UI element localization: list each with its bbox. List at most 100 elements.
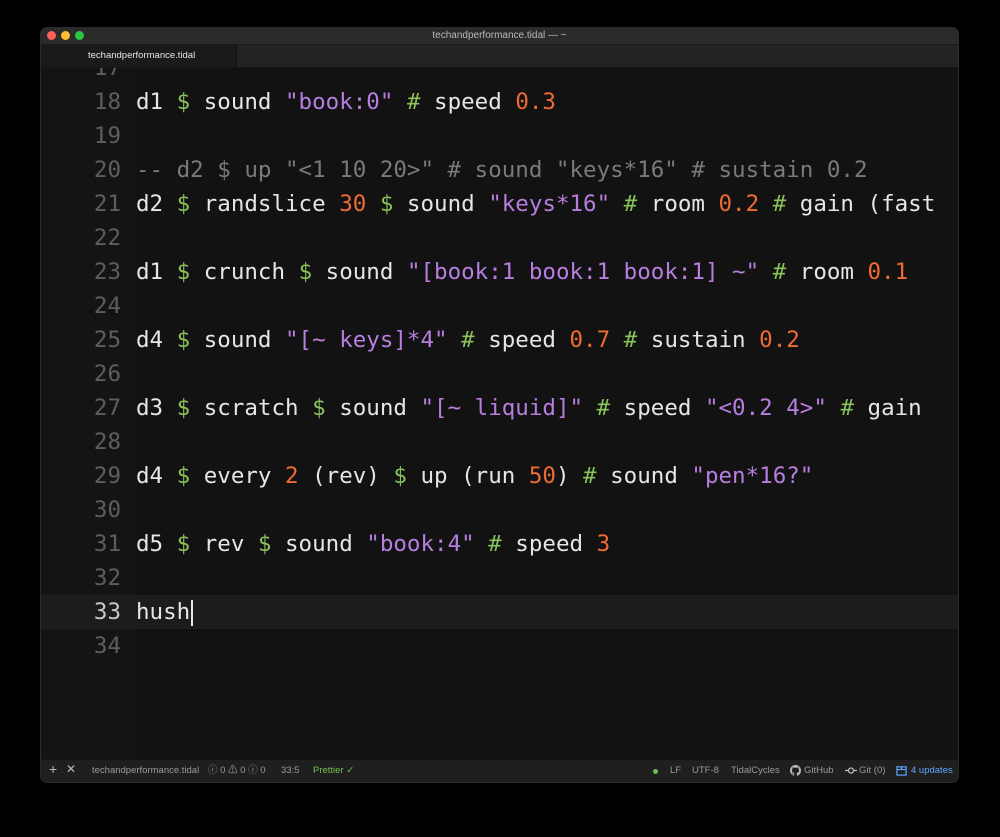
line-ending[interactable]: LF [670, 765, 681, 777]
code-token: # [583, 463, 597, 489]
code-token: # [840, 395, 854, 421]
code-token: 0.3 [515, 89, 556, 115]
editor-window: techandperformance.tidal — ~ techandperf… [41, 28, 958, 782]
line-number: 20 [93, 157, 121, 183]
window-title: techandperformance.tidal — ~ [432, 30, 567, 41]
code-token: "[book:1 book:1 book:1] ~" [406, 259, 760, 285]
code-line[interactable]: 30 [41, 493, 958, 527]
status-dot-icon [653, 769, 658, 774]
add-icon[interactable]: + [49, 762, 57, 776]
code-line[interactable]: 29 d4 $ every 2 (rev) $ up (run 50) # sou… [41, 459, 958, 493]
code-line[interactable]: 32 [41, 561, 958, 595]
code-token: sound [393, 191, 489, 217]
code-token: hush [136, 599, 191, 625]
code-text[interactable]: d1 $ sound "book:0" # speed 0.3 [136, 85, 556, 119]
tab-label: techandperformance.tidal [88, 50, 196, 61]
code-text[interactable]: d4 $ sound "[~ keys]*4" # speed 0.7 # su… [136, 323, 800, 357]
line-number: 23 [93, 259, 121, 285]
code-token: randslice [190, 191, 340, 217]
code-token: scratch [190, 395, 313, 421]
line-number: 31 [93, 531, 121, 557]
code-line[interactable]: 23 d1 $ crunch $ sound "[book:1 book:1 bo… [41, 255, 958, 289]
code-line[interactable]: 19 [41, 119, 958, 153]
close-icon[interactable]: ✕ [66, 763, 76, 775]
line-number: 30 [93, 497, 121, 523]
code-token: ) [555, 463, 584, 489]
line-number: 32 [93, 565, 121, 591]
git-button[interactable]: Git (0) [859, 765, 885, 777]
code-line[interactable]: 22 [41, 221, 958, 255]
code-line[interactable]: 31 d5 $ rev $ sound "book:4" # speed 3 [41, 527, 958, 561]
code-token: # [623, 191, 638, 217]
code-line[interactable]: 17 [41, 68, 958, 85]
code-line-active[interactable]: 33 hush [41, 595, 958, 629]
code-token: $ [176, 463, 191, 489]
code-text[interactable]: d2 $ randslice 30 $ sound "keys*16" # ro… [136, 187, 935, 221]
code-token: d4 [136, 327, 177, 353]
code-token: d4 [136, 463, 177, 489]
cursor-position[interactable]: 33:5 [281, 765, 300, 777]
status-bar: + ✕ techandperformance.tidal ⓘ 0 ⚠ 0 ⓘ 0… [41, 759, 958, 782]
prettier-status[interactable]: Prettier ✓ [313, 765, 354, 777]
code-line[interactable]: 20 -- d2 $ up "<1 10 20>" # sound "keys*1… [41, 153, 958, 187]
code-token: -- d2 $ up "<1 10 20>" # sound "keys*16"… [136, 157, 868, 183]
code-text[interactable]: hush [136, 595, 193, 629]
code-token: "keys*16" [488, 191, 611, 217]
code-token: d5 [136, 531, 177, 557]
line-number: 21 [93, 191, 121, 217]
code-line[interactable]: 18 d1 $ sound "book:0" # speed 0.3 [41, 85, 958, 119]
code-token: 0.1 [867, 259, 909, 285]
code-token: sound [190, 89, 286, 115]
updates-button[interactable]: 4 updates [911, 765, 953, 777]
status-file-name[interactable]: techandperformance.tidal [92, 765, 199, 777]
encoding[interactable]: UTF-8 [692, 765, 719, 777]
code-editor[interactable]: 17 18 d1 $ sound "book:0" # speed 0.3 19 20-… [41, 68, 958, 760]
code-token: # [406, 89, 421, 115]
line-number: 27 [93, 395, 121, 421]
code-token: "book:4" [366, 531, 475, 557]
code-line[interactable]: 25 d4 $ sound "[~ keys]*4" # speed 0.7 # … [41, 323, 958, 357]
code-line[interactable]: 26 [41, 357, 958, 391]
tab-bar: techandperformance.tidal [41, 45, 958, 68]
text-cursor [191, 599, 193, 626]
line-number: 19 [93, 123, 121, 149]
grammar[interactable]: TidalCycles [731, 765, 780, 777]
code-token: 0.2 [759, 327, 800, 353]
code-line[interactable]: 27 d3 $ scratch $ sound "[~ liquid]" # sp… [41, 391, 958, 425]
code-token: 2 [285, 463, 299, 489]
code-token: $ [257, 531, 272, 557]
code-token: 50 [528, 463, 556, 489]
code-line[interactable]: 28 [41, 425, 958, 459]
code-token: gain (fast [786, 191, 936, 217]
line-number: 34 [93, 633, 121, 659]
code-token: "[~ liquid]" [420, 395, 584, 421]
tab-techandperformance[interactable]: techandperformance.tidal [41, 45, 237, 67]
github-button[interactable]: GitHub [804, 765, 834, 777]
code-line[interactable]: 34 [41, 629, 958, 663]
code-text[interactable]: d5 $ rev $ sound "book:4" # speed 3 [136, 527, 610, 561]
code-line[interactable]: 21 d2 $ randslice 30 $ sound "keys*16" # … [41, 187, 958, 221]
code-token: $ [176, 89, 191, 115]
code-token: (rev) [298, 463, 394, 489]
code-token: sound [312, 259, 407, 285]
code-text[interactable]: d1 $ crunch $ sound "[book:1 book:1 book… [136, 255, 908, 289]
code-line[interactable]: 24 [41, 289, 958, 323]
code-text[interactable]: -- d2 $ up "<1 10 20>" # sound "keys*16"… [136, 153, 868, 187]
code-text[interactable]: d4 $ every 2 (rev) $ up (run 50) # sound… [136, 459, 813, 493]
code-token: crunch [190, 259, 299, 285]
code-token: "book:0" [285, 89, 394, 115]
code-token: d2 [136, 191, 177, 217]
code-token: $ [176, 259, 191, 285]
code-text[interactable]: d3 $ scratch $ sound "[~ liquid]" # spee… [136, 391, 922, 425]
line-number: 18 [93, 89, 121, 115]
code-token: speed [501, 531, 597, 557]
package-icon [896, 765, 907, 780]
diagnostics-counts[interactable]: ⓘ 0 ⚠ 0 ⓘ 0 [208, 765, 266, 777]
code-token: room [637, 191, 719, 217]
code-token: # [488, 531, 502, 557]
